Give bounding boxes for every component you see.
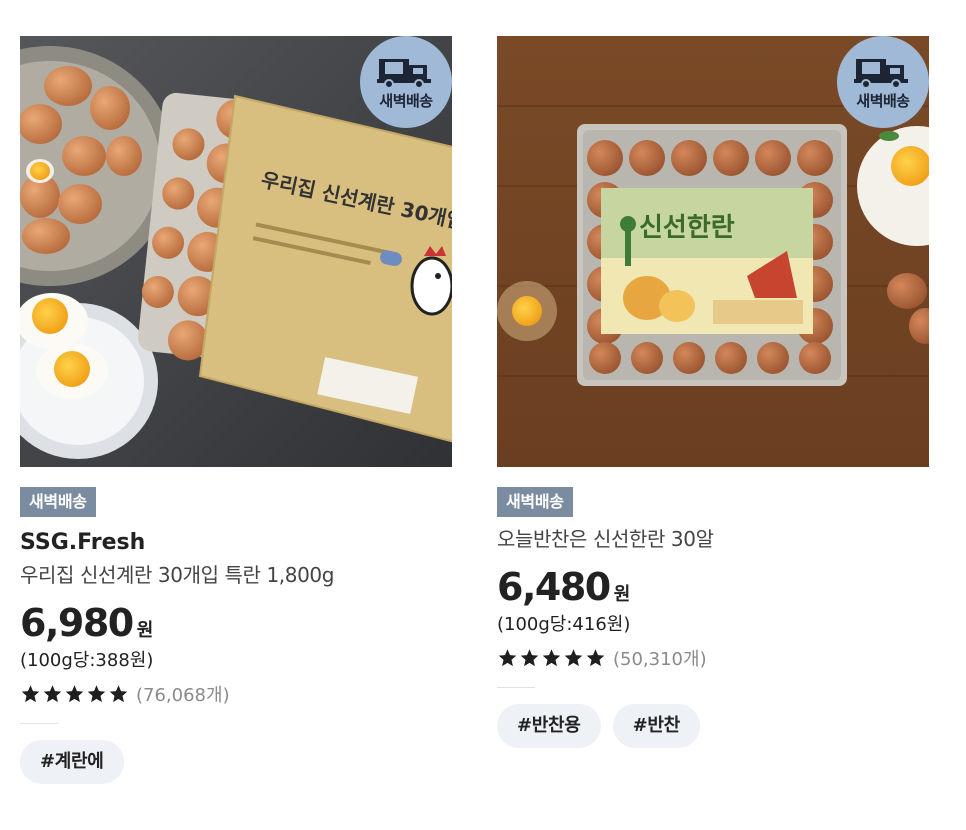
star-rating xyxy=(497,648,607,668)
star-icon xyxy=(87,685,106,703)
unit-price: (100g당:388원) xyxy=(20,650,154,671)
truck-icon xyxy=(854,59,908,89)
star-icon xyxy=(586,649,605,667)
hashtag-chip[interactable]: #반찬용 xyxy=(497,704,601,748)
box-label: 신선한란 xyxy=(639,213,735,243)
review-count[interactable]: (50,310개) xyxy=(613,645,707,671)
dawn-delivery-badge: 새벽배송 xyxy=(497,487,573,517)
review-count[interactable]: (76,068개) xyxy=(136,681,230,707)
product-name[interactable]: 우리집 신선계란 30개입 특란 1,800g xyxy=(20,561,452,589)
product-price: 6,480 xyxy=(497,565,611,609)
price-currency: 원 xyxy=(136,620,154,641)
dawn-delivery-label: 새벽배송 xyxy=(379,92,433,110)
hashtag-list: #반찬용 #반찬 xyxy=(497,704,929,748)
hashtag-list: #계란에 xyxy=(20,740,452,784)
product-price: 6,980 xyxy=(20,601,134,645)
product-image[interactable]: 신선한란 새벽배송 xyxy=(497,36,929,467)
hashtag-chip[interactable]: #반찬 xyxy=(612,704,700,748)
star-icon xyxy=(43,685,62,703)
star-icon xyxy=(564,649,583,667)
truck-icon xyxy=(377,59,431,89)
star-icon xyxy=(21,685,40,703)
price-row: 6,480 원 xyxy=(497,567,929,607)
product-name[interactable]: 오늘반찬은 신선한란 30알 xyxy=(497,525,929,553)
star-icon xyxy=(65,685,84,703)
star-icon xyxy=(498,649,517,667)
star-icon xyxy=(520,649,539,667)
price-row: 6,980 원 xyxy=(20,603,452,643)
dawn-delivery-circle: 새벽배송 xyxy=(837,36,929,128)
product-card[interactable]: 우리집 신선계란 30개입 새벽배송 새벽배송 SSG.Fresh 우리집 신선… xyxy=(20,36,452,784)
star-icon xyxy=(109,685,128,703)
product-card[interactable]: 신선한란 새벽배송 새벽배송 오늘반찬은 신선한란 30알 6,480 원 (1… xyxy=(497,36,929,748)
dawn-delivery-label: 새벽배송 xyxy=(856,92,910,110)
product-brand[interactable]: SSG.Fresh xyxy=(20,529,452,557)
rating: (50,310개) xyxy=(497,645,929,671)
product-image[interactable]: 우리집 신선계란 30개입 새벽배송 xyxy=(20,36,452,467)
dawn-delivery-badge: 새벽배송 xyxy=(20,487,96,517)
star-rating xyxy=(20,684,130,704)
divider xyxy=(20,723,58,724)
rating: (76,068개) xyxy=(20,681,452,707)
unit-price: (100g당:416원) xyxy=(497,614,631,635)
price-currency: 원 xyxy=(613,584,631,605)
hashtag-chip[interactable]: #계란에 xyxy=(20,740,124,784)
divider xyxy=(497,687,535,688)
star-icon xyxy=(542,649,561,667)
dawn-delivery-circle: 새벽배송 xyxy=(360,36,452,128)
